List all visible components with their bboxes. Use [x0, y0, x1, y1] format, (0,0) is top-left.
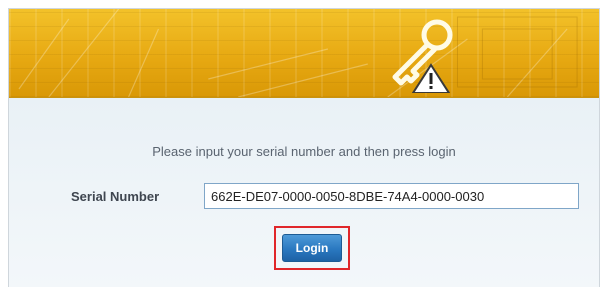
instruction-text: Please input your serial number and then… [152, 144, 456, 159]
serial-number-label: Serial Number [71, 189, 160, 204]
login-button[interactable]: Login [282, 234, 342, 262]
serial-number-input[interactable] [204, 183, 579, 209]
key-warning-icon [392, 19, 453, 93]
login-dialog: Please input your serial number and then… [8, 8, 600, 287]
login-highlight-box: Login [274, 226, 350, 270]
form-area: Please input your serial number and then… [9, 98, 599, 287]
header-banner [9, 9, 599, 98]
banner-decoration [18, 9, 578, 97]
